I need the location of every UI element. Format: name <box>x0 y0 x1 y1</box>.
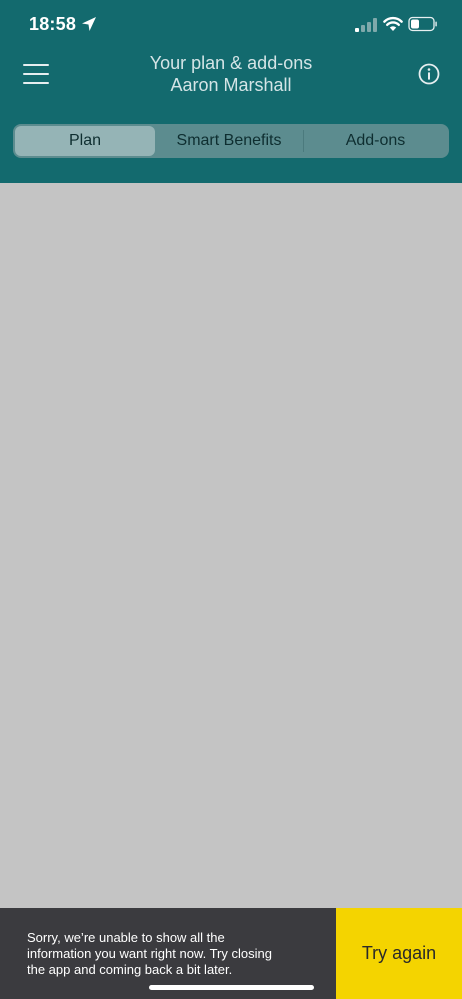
menu-button[interactable] <box>20 60 52 88</box>
battery-icon <box>408 16 437 32</box>
home-indicator[interactable] <box>149 985 314 990</box>
plan-tabs: Plan Smart Benefits Add-ons <box>13 124 449 158</box>
plan-content-area <box>0 183 462 908</box>
account-holder-name: Aaron Marshall <box>170 75 292 95</box>
error-message: Sorry, we’re unable to show all the info… <box>27 930 272 977</box>
wifi-icon <box>383 16 403 31</box>
info-icon[interactable] <box>418 63 440 85</box>
cellular-signal-icon <box>355 18 377 32</box>
tab-smart-benefits[interactable]: Smart Benefits <box>155 126 303 156</box>
page-title: Your plan & add-ons <box>149 53 313 73</box>
try-again-button[interactable]: Try again <box>336 908 462 999</box>
tab-plan[interactable]: Plan <box>15 126 155 156</box>
status-bar: 18:58 <box>0 0 462 50</box>
location-arrow-icon <box>82 17 96 31</box>
hamburger-menu-icon-bar <box>23 73 49 75</box>
hamburger-menu-icon-bar <box>23 82 49 84</box>
app-header: 18:58 Your plan & add-ons Aaron Marshall <box>0 0 462 183</box>
status-time: 18:58 <box>29 14 77 34</box>
tab-add-ons[interactable]: Add-ons <box>304 126 447 156</box>
hamburger-menu-icon <box>23 64 49 66</box>
page-title-block: Your plan & add-ons Aaron Marshall <box>100 52 362 96</box>
